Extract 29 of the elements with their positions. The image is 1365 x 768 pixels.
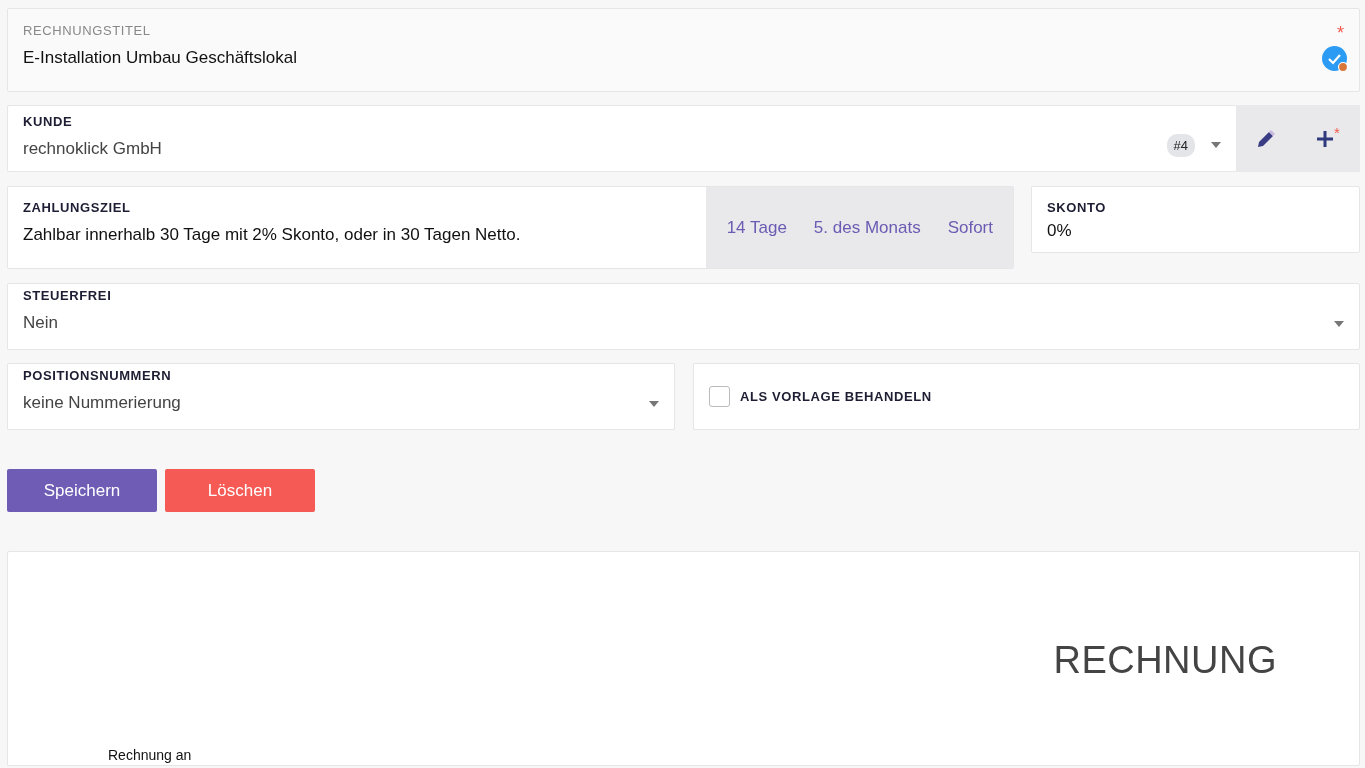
field-value: rechnoklick GmbH xyxy=(23,137,162,160)
field-label: KUNDE xyxy=(23,114,74,128)
checkbox[interactable] xyxy=(709,386,730,407)
field-value: E-Installation Umbau Geschäftslokal xyxy=(23,47,298,69)
save-button[interactable]: Speichern xyxy=(7,469,157,512)
required-mark: * xyxy=(1334,125,1340,140)
field-label: SKONTO xyxy=(1047,201,1107,214)
plus-icon xyxy=(1316,130,1335,148)
recipient-label: Rechnung an xyxy=(108,746,192,765)
caret-icon xyxy=(1211,142,1221,149)
customer-select[interactable]: KUNDE rechnoklick GmbH #4 xyxy=(7,105,1236,172)
field-label: RECHNUNGSTITEL xyxy=(23,24,152,37)
pencil-icon xyxy=(1256,128,1276,149)
discount-field[interactable]: SKONTO 0% xyxy=(1031,186,1360,253)
customer-number: #4 xyxy=(1166,133,1195,157)
field-value: Nein xyxy=(23,311,59,334)
field-value: keine Nummerierung xyxy=(23,391,181,414)
checkbox-label: ALS VORLAGE BEHANDELN xyxy=(740,390,932,403)
field-label: POSITIONSNUMMERN xyxy=(23,368,173,382)
caret-icon xyxy=(1334,321,1344,327)
tax-free-select[interactable]: STEUERFREI Nein xyxy=(7,283,1360,350)
caret-icon xyxy=(649,401,659,407)
invoice-heading: RECHNUNG xyxy=(1053,638,1277,683)
position-numbers-select[interactable]: POSITIONSNUMMERN keine Nummerierung xyxy=(7,363,675,430)
field-label: STEUERFREI xyxy=(23,288,112,302)
required-mark: * xyxy=(1337,24,1344,42)
check-badge-icon xyxy=(1322,46,1349,73)
title-field[interactable]: RECHNUNGSTITEL E-Installation Umbau Geschäftslokal * xyxy=(7,8,1360,92)
field-value: 0% xyxy=(1047,220,1073,242)
